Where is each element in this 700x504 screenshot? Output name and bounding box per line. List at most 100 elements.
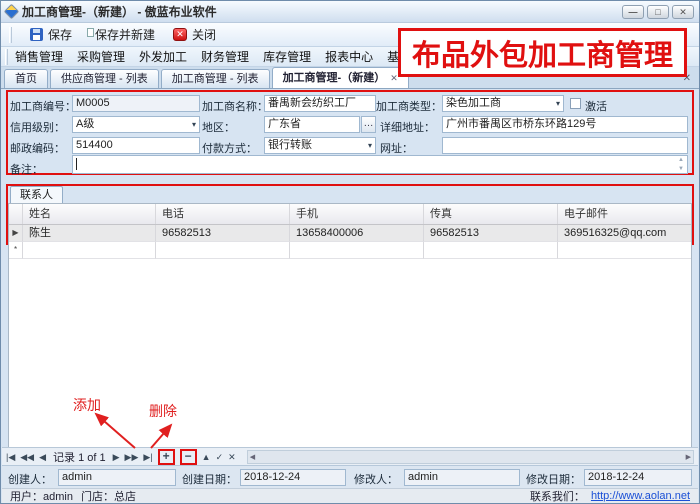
new-page-icon [87, 28, 94, 37]
nav-delete-row-button[interactable]: − [185, 450, 192, 463]
close-icon: ✕ [173, 28, 187, 41]
zip-field[interactable]: 514400 [72, 137, 200, 154]
nav-cancel-button[interactable]: ✕ [228, 450, 236, 464]
close-window-button[interactable]: ✕ [672, 5, 694, 19]
processor-name-field[interactable]: 番禺新会纺织工厂 [264, 95, 376, 112]
website-label: 网址： [380, 140, 413, 156]
nav-prev-page-button[interactable]: ◀◀ [20, 450, 34, 464]
nav-next-button[interactable]: ▶ [113, 450, 120, 464]
region-label: 地区： [202, 119, 235, 135]
record-count-text: 记录 1 of 1 [51, 449, 108, 465]
status-user: 用户：admin [10, 488, 73, 504]
minimize-button[interactable]: — [622, 5, 644, 19]
col-header-mobile[interactable]: 手机 [290, 204, 424, 224]
menu-finance[interactable]: 财务管理 [194, 48, 256, 65]
credit-label: 信用级别： [10, 119, 65, 135]
window-title: 加工商管理-（新建） - 傲蓝布业软件 [22, 3, 217, 20]
table-new-row[interactable]: * [9, 242, 691, 259]
form-content: 加工商编号： M0005 加工商名称： 番禺新会纺织工厂 加工商类型： 染色加工… [2, 89, 698, 447]
nav-prev-button[interactable]: ◀ [39, 450, 46, 464]
region-browse-button[interactable]: … [361, 116, 376, 133]
save-button[interactable]: 保存 [30, 26, 72, 43]
annotation-box-delete: − [180, 449, 197, 465]
created-date-field[interactable]: 2018-12-24 [240, 469, 346, 486]
table-row: ▶ 陈生 96582513 13658400006 96582513 36951… [9, 225, 691, 242]
nav-last-button[interactable]: ▶| [143, 450, 152, 464]
menu-inventory[interactable]: 库存管理 [256, 48, 318, 65]
col-header-fax[interactable]: 传真 [424, 204, 558, 224]
window-controls: — □ ✕ [622, 5, 694, 19]
modified-date-label: 修改日期： [526, 471, 581, 487]
nav-add-row-button[interactable]: + [163, 450, 170, 463]
creator-field[interactable]: admin [58, 469, 176, 486]
active-checkbox[interactable] [570, 98, 581, 109]
status-bar: 用户：admin 门店：总店 联系我们： http://www.aolan.ne… [2, 488, 698, 503]
cell-mobile[interactable]: 13658400006 [290, 225, 424, 242]
chevron-down-icon: ▾ [192, 117, 196, 132]
save-and-new-button[interactable]: 保存并新建 [90, 26, 155, 43]
col-header-phone[interactable]: 电话 [156, 204, 290, 224]
nav-next-page-button[interactable]: ▶▶ [125, 450, 139, 464]
address-label: 详细地址： [380, 119, 435, 135]
menu-outsourcing[interactable]: 外发加工 [132, 48, 194, 65]
col-header-name[interactable]: 姓名 [23, 204, 156, 224]
remark-label: 备注： [10, 161, 43, 177]
menu-sales[interactable]: 销售管理 [8, 48, 70, 65]
tab-contacts[interactable]: 联系人 [10, 186, 63, 203]
contacts-grid: 姓名 电话 手机 传真 电子邮件 ▶ 陈生 96582513 136584000… [8, 203, 692, 448]
tab-processor-new[interactable]: 加工商管理-（新建） ✕ [272, 67, 409, 88]
tab-close-icon[interactable]: ✕ [390, 68, 398, 88]
tab-processor-list[interactable]: 加工商管理 - 列表 [161, 69, 270, 88]
save-icon [30, 28, 43, 41]
zip-label: 邮政编码： [10, 140, 65, 156]
nav-edit-button[interactable]: ▲ [202, 450, 211, 464]
region-field[interactable]: 广东省 [264, 116, 360, 133]
cell-name[interactable]: 陈生 [23, 225, 156, 242]
address-field[interactable]: 广州市番禺区市桥东环路129号 [442, 116, 688, 133]
text-caret [76, 158, 77, 170]
scroll-up-icon[interactable]: ▲ [678, 157, 684, 163]
processor-no-label: 加工商编号： [10, 98, 76, 114]
modifier-field[interactable]: admin [404, 469, 520, 486]
col-header-email[interactable]: 电子邮件 [558, 204, 691, 224]
payment-label: 付款方式： [202, 140, 257, 156]
processor-type-select[interactable]: 染色加工商 ▾ [442, 95, 564, 112]
nav-first-button[interactable]: |◀ [6, 450, 15, 464]
horizontal-scrollbar[interactable]: ◀ ▶ [247, 450, 694, 464]
scroll-left-icon[interactable]: ◀ [250, 453, 255, 461]
tab-home[interactable]: 首页 [4, 69, 48, 88]
cell-phone[interactable]: 96582513 [156, 225, 290, 242]
scroll-down-icon[interactable]: ▼ [678, 166, 684, 172]
tab-supplier-list[interactable]: 供应商管理 - 列表 [50, 69, 159, 88]
annotation-banner: 布品外包加工商管理 [398, 28, 687, 77]
maximize-button[interactable]: □ [647, 5, 669, 19]
website-field[interactable] [442, 137, 688, 154]
chevron-down-icon: ▾ [556, 96, 560, 111]
active-label: 激活 [585, 98, 607, 114]
menu-reports[interactable]: 报表中心 [318, 48, 380, 65]
credit-select[interactable]: A级 ▾ [72, 116, 200, 133]
remark-textarea[interactable]: ▲ ▼ [72, 155, 688, 174]
audit-bar: 创建人： admin 创建日期： 2018-12-24 修改人： admin 修… [2, 465, 698, 488]
menu-purchase[interactable]: 采购管理 [70, 48, 132, 65]
annotation-add-label: 添加 [73, 395, 101, 415]
annotation-box-add: + [158, 449, 175, 465]
created-date-label: 创建日期： [182, 471, 237, 487]
record-navigator: |◀ ◀◀ ◀ 记录 1 of 1 ▶ ▶▶ ▶| + − ▲ ✓ ✕ ◀ ▶ [2, 447, 698, 465]
annotation-delete-label: 删除 [149, 401, 177, 421]
processor-type-label: 加工商类型： [376, 98, 442, 114]
processor-name-label: 加工商名称： [202, 98, 268, 114]
processor-no-field[interactable]: M0005 [72, 95, 200, 112]
nav-post-button[interactable]: ✓ [216, 450, 224, 464]
app-window: 加工商管理-（新建） - 傲蓝布业软件 — □ ✕ 保存 保存并新建 ✕ 关闭 … [0, 0, 700, 504]
status-store: 门店：总店 [81, 488, 136, 504]
payment-select[interactable]: 银行转账 ▾ [264, 137, 376, 154]
title-bar: 加工商管理-（新建） - 傲蓝布业软件 — □ ✕ [1, 1, 699, 23]
remark-scrollbar: ▲ ▼ [676, 157, 686, 172]
scroll-right-icon[interactable]: ▶ [686, 453, 691, 461]
website-link[interactable]: http://www.aolan.net [591, 490, 690, 502]
cell-email[interactable]: 369516325@qq.com [558, 225, 691, 242]
modified-date-field[interactable]: 2018-12-24 [584, 469, 692, 486]
cell-fax[interactable]: 96582513 [424, 225, 558, 242]
close-form-button[interactable]: ✕ 关闭 [173, 26, 216, 43]
